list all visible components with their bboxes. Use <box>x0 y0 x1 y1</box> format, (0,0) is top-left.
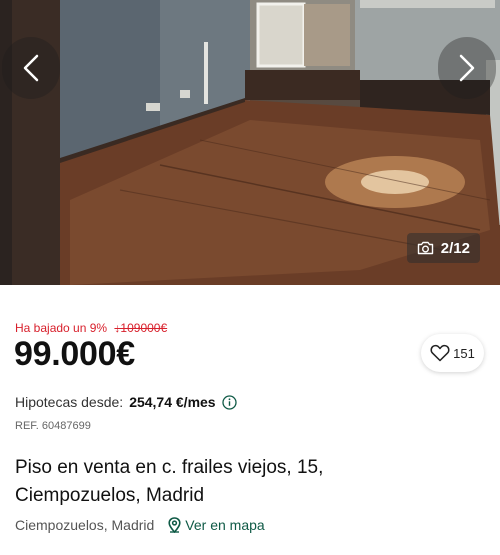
favorite-button[interactable]: 151 <box>421 334 484 372</box>
price: 99.000€ <box>14 335 135 373</box>
map-pin-icon <box>168 517 181 533</box>
property-listing-card: 2/12 Ha bajado un 9% ↓109000€ 99.000€ 15… <box>0 0 500 555</box>
location-row: Ciempozuelos, Madrid Ver en mapa <box>15 517 265 533</box>
old-price: ↓109000€ <box>114 321 168 335</box>
chevron-right-icon <box>459 54 475 82</box>
title-line-2: Ciempozuelos, Madrid <box>15 485 205 506</box>
price-drop-row: Ha bajado un 9% ↓109000€ <box>15 321 167 335</box>
listing-title[interactable]: Piso en venta en c. frailes viejos, 15, … <box>15 454 475 510</box>
mortgage-label: Hipotecas desde: <box>15 394 124 410</box>
heart-icon <box>430 344 450 362</box>
price-drop-label: Ha bajado un 9% <box>15 321 108 335</box>
camera-icon <box>417 241 433 255</box>
photo-gallery[interactable]: 2/12 <box>0 0 500 285</box>
previous-photo-button[interactable] <box>2 37 60 99</box>
chevron-left-icon <box>23 54 39 82</box>
next-photo-button[interactable] <box>438 37 496 99</box>
location-text: Ciempozuelos, Madrid <box>15 517 155 533</box>
listing-info: Ha bajado un 9% ↓109000€ 99.000€ 151 Hip… <box>0 285 500 555</box>
view-map-link[interactable]: Ver en mapa <box>168 517 265 533</box>
view-map-label: Ver en mapa <box>185 517 265 533</box>
photo-counter: 2/12 <box>406 233 480 263</box>
info-icon[interactable] <box>221 394 237 410</box>
mortgage-row: Hipotecas desde: 254,74 €/mes <box>15 394 237 410</box>
title-line-1: Piso en venta en c. frailes viejos, 15, <box>15 457 324 478</box>
mortgage-value: 254,74 €/mes <box>129 394 216 410</box>
favorites-count: 151 <box>453 345 475 361</box>
reference-number: REF. 60487699 <box>15 420 91 432</box>
photo-counter-text: 2/12 <box>440 239 470 257</box>
